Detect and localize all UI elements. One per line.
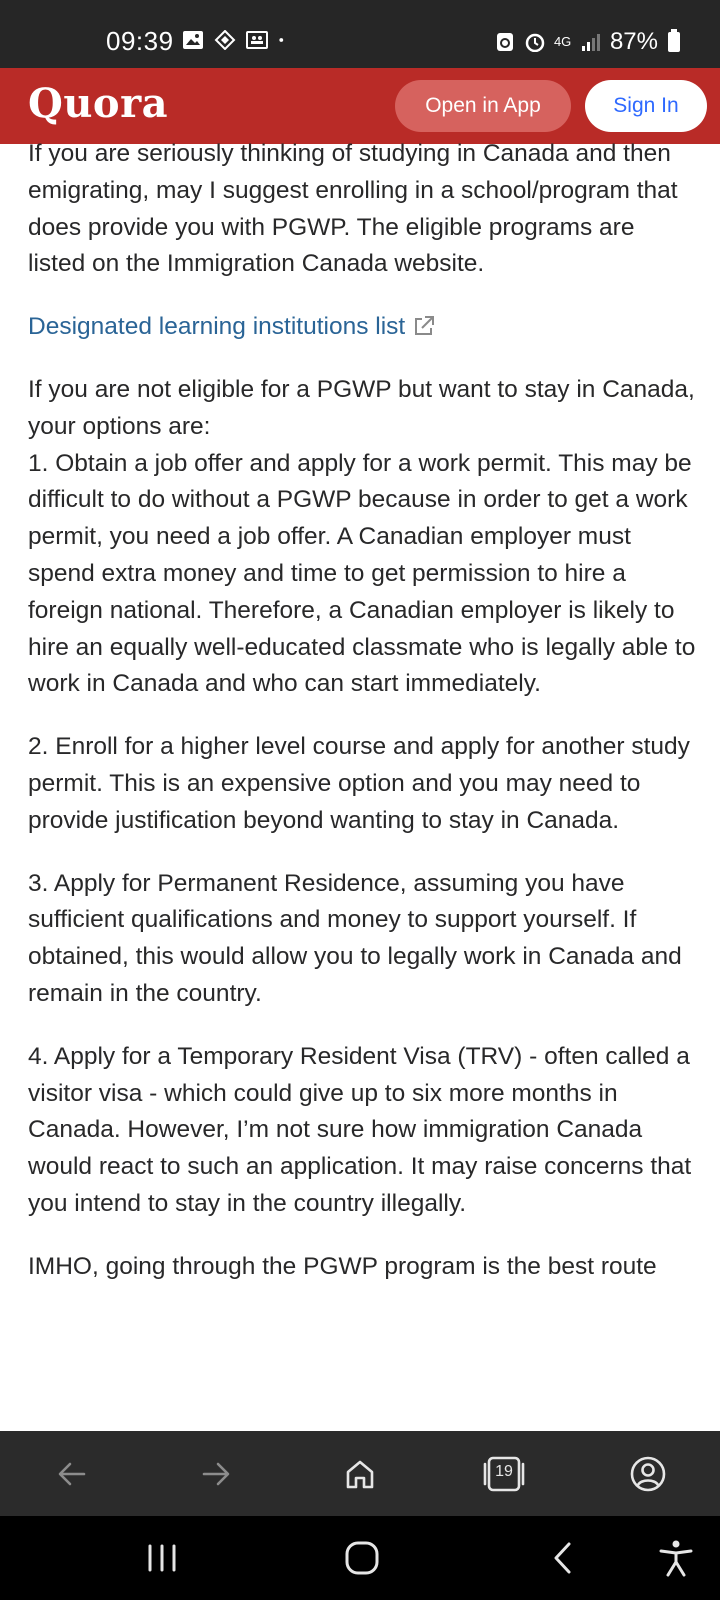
- options-intro: If you are not eligible for a PGWP but w…: [28, 375, 695, 440]
- home-circle-icon[interactable]: [342, 1538, 382, 1578]
- option-1: 1. Obtain a job offer and apply for a wo…: [28, 449, 696, 698]
- option-2: 2. Enroll for a higher level course and …: [28, 733, 690, 834]
- home-icon: [346, 1460, 374, 1488]
- battery-percent: 87%: [609, 28, 658, 55]
- sign-in-button[interactable]: Sign In: [585, 80, 707, 132]
- open-in-app-button[interactable]: Open in App: [395, 80, 571, 132]
- forward-button[interactable]: [186, 1444, 246, 1504]
- status-time: 09:39: [106, 26, 174, 56]
- option-3: 3. Apply for Permanent Residence, assumi…: [28, 869, 682, 1007]
- signal-icon: [581, 34, 600, 51]
- battery-icon: [668, 29, 680, 52]
- system-status-icons: 4G 87%: [494, 28, 680, 56]
- site-header: Quora Open in App Sign In: [0, 68, 720, 144]
- back-chevron-icon[interactable]: [544, 1538, 584, 1578]
- tabs-button[interactable]: 19: [474, 1444, 534, 1504]
- link-paragraph: Designated learning institutions list: [28, 309, 698, 346]
- home-button[interactable]: [330, 1444, 390, 1504]
- external-link-icon: [415, 316, 435, 336]
- recents-icon[interactable]: [142, 1538, 182, 1578]
- closing-paragraph: IMHO, going through the PGWP program is …: [28, 1252, 657, 1280]
- option-4: 4. Apply for a Temporary Resident Visa (…: [28, 1042, 692, 1217]
- status-bar: 09:39 4G 87%: [0, 0, 720, 68]
- quora-logo[interactable]: Quora: [28, 80, 168, 127]
- browser-toolbar: 19: [0, 1431, 720, 1516]
- image-icon: [183, 31, 203, 49]
- accessibility-icon[interactable]: [656, 1538, 696, 1578]
- dot-icon: [279, 38, 284, 42]
- tab-count: 19: [495, 1462, 513, 1480]
- answer-content: If you are seriously thinking of studyin…: [28, 136, 698, 1286]
- account-button[interactable]: [618, 1444, 678, 1504]
- recycle-icon: [496, 33, 513, 51]
- system-nav-bar: [0, 1516, 720, 1600]
- designated-institutions-link[interactable]: Designated learning institutions list: [28, 313, 405, 340]
- back-icon: [58, 1462, 86, 1485]
- network-type: 4G: [553, 34, 572, 49]
- vpn-icon: [214, 30, 236, 50]
- account-icon: [630, 1456, 666, 1491]
- paragraph-1: If you are seriously thinking of studyin…: [28, 140, 678, 278]
- notification-icons: [182, 30, 290, 50]
- back-button[interactable]: [42, 1444, 102, 1504]
- forward-icon: [202, 1462, 230, 1485]
- alarm-icon: [525, 33, 545, 52]
- teams-icon: [246, 31, 268, 49]
